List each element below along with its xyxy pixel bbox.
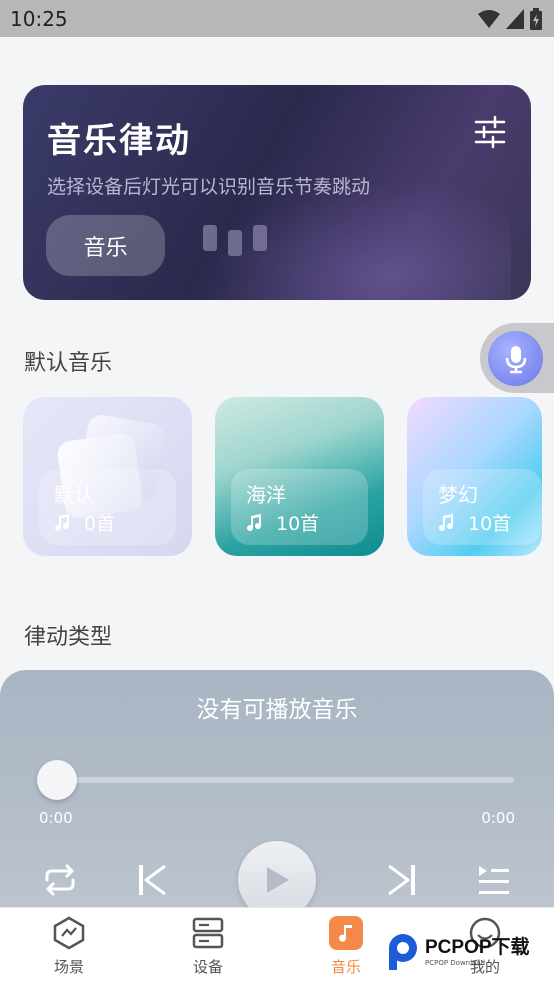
watermark-brand: PCPOP下载: [425, 937, 530, 958]
signal-icon: [506, 9, 524, 29]
nav-item-music[interactable]: 音乐: [306, 916, 386, 977]
status-icons: [478, 8, 542, 30]
next-button[interactable]: [380, 860, 424, 900]
playlist-count: 10首: [246, 509, 319, 536]
playlist-card-ocean[interactable]: 海洋 10首: [215, 397, 384, 556]
playlist-name: 梦幻: [438, 483, 478, 507]
skip-next-icon: [388, 864, 415, 896]
deck-knob: [253, 225, 267, 251]
card-label: 海洋 10首: [231, 469, 368, 545]
pcpop-logo-icon: [385, 932, 421, 972]
nav-label: 设备: [192, 958, 223, 976]
playlist-icon: [479, 866, 509, 894]
music-note-icon: [329, 916, 363, 950]
settings-sliders-icon[interactable]: [473, 115, 507, 149]
section-title-rhythm-type: 律动类型: [24, 625, 113, 650]
progress-track[interactable]: [42, 777, 514, 783]
card-label: 梦幻 10首: [423, 469, 542, 545]
playlist-name: 海洋: [246, 483, 286, 507]
banner-subtitle: 选择设备后灯光可以识别音乐节奏跳动: [47, 176, 371, 198]
microphone-button[interactable]: [488, 331, 543, 386]
deck-knob: [203, 225, 217, 251]
status-bar: 10:25: [0, 0, 554, 37]
banner-title: 音乐律动: [47, 121, 191, 161]
skip-previous-icon: [139, 864, 166, 896]
watermark-sub: PCPOP Download: [425, 959, 486, 967]
playlist-count: 0首: [54, 509, 115, 536]
playlist-count-text: 0首: [84, 513, 116, 535]
status-time: 10:25: [10, 7, 68, 31]
previous-button[interactable]: [130, 860, 174, 900]
watermark-logo: PCPOP下载 PCPOP Download: [385, 932, 530, 972]
now-playing-title: 没有可播放音乐: [196, 697, 358, 723]
nav-item-device[interactable]: 设备: [168, 916, 248, 977]
playlist-button[interactable]: [472, 860, 516, 900]
music-rhythm-banner: 音乐律动 选择设备后灯光可以识别音乐节奏跳动 音乐: [23, 85, 531, 300]
total-time: 0:00: [481, 809, 515, 827]
section-title-default-music: 默认音乐: [24, 351, 113, 376]
progress-thumb[interactable]: [37, 760, 77, 800]
nav-label: 场景: [53, 958, 84, 976]
playlist-count-text: 10首: [276, 513, 320, 535]
music-note-icon: [247, 513, 262, 531]
battery-icon: [530, 8, 542, 30]
device-icon: [191, 916, 225, 950]
voice-assistant-tab[interactable]: [480, 323, 554, 393]
wifi-icon: [478, 10, 500, 28]
current-time: 0:00: [39, 809, 73, 827]
playlist-card-dream[interactable]: 梦幻 10首: [407, 397, 542, 556]
music-note-icon: [55, 513, 70, 531]
nav-label: 音乐: [330, 958, 361, 976]
microphone-icon: [505, 345, 526, 373]
playlist-name: 默认: [54, 483, 94, 507]
playlist-count-text: 10首: [468, 513, 512, 535]
music-button[interactable]: 音乐: [46, 215, 165, 276]
deck-knob: [228, 230, 242, 256]
playlist-card-default[interactable]: 默认 0首: [23, 397, 192, 556]
card-label: 默认 0首: [39, 469, 176, 545]
scene-icon: [52, 916, 86, 950]
repeat-icon: [45, 864, 75, 896]
playlist-count: 10首: [438, 509, 511, 536]
nav-item-scene[interactable]: 场景: [29, 916, 109, 977]
play-icon: [267, 867, 289, 893]
music-note-icon: [439, 513, 454, 531]
repeat-button[interactable]: [38, 860, 82, 900]
